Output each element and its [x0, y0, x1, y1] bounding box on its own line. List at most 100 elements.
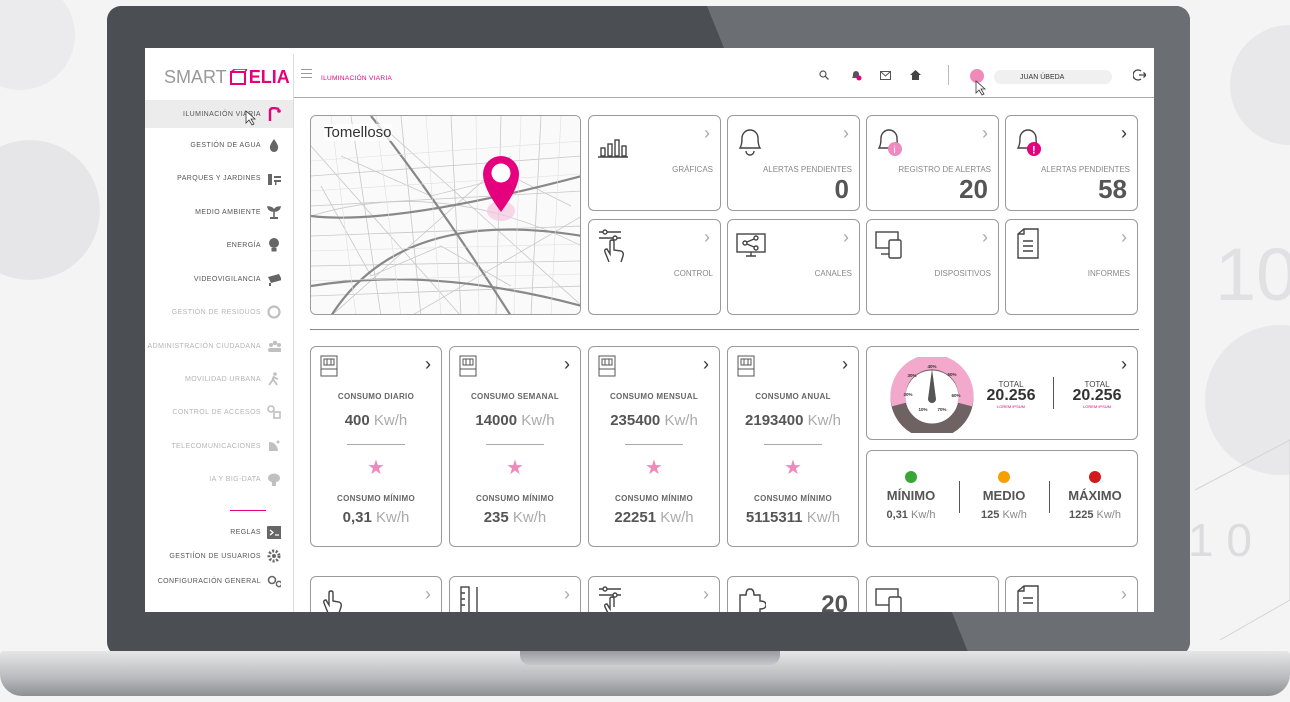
bottom-tile-5[interactable] — [866, 576, 999, 612]
consumption-card-diario[interactable]: › CONSUMO DIARIO 400 Kw/h ★ CONSUMO MÍNI… — [310, 346, 442, 547]
city-map[interactable]: Tomelloso — [310, 115, 581, 315]
user-name: JUAN ÚBEDA — [1020, 74, 1065, 81]
tile-label: DISPOSITIVOS — [934, 269, 991, 278]
sidebar-item-medio-ambiente[interactable]: MEDIO AMBIENTE — [195, 201, 281, 223]
sidebar-item-label: ADMINISTRACIÓN CIUDADANA — [147, 342, 261, 350]
tile-dispositivos[interactable]: › DISPOSITIVOS — [866, 219, 999, 315]
sidebar-item-label: ENERGÍA — [226, 241, 261, 249]
gauge-card[interactable]: › 40% 50% 30% 20% 60% 10% 70% TOTAL 20.2… — [866, 346, 1138, 440]
consumption-card-mensual[interactable]: › CONSUMO MENSUAL 235400 Kw/h ★ CONSUMO … — [588, 346, 720, 547]
sidebar-item-videovigilancia[interactable]: VIDEOVIGILANCIA — [194, 268, 281, 290]
gauge-tick-label: 60% — [951, 393, 960, 398]
tile-value: 20 — [821, 591, 848, 612]
sidebar-item-residuos[interactable]: GESTIÓN DE RESIDUOS — [172, 301, 281, 323]
bulb-icon — [267, 238, 281, 252]
bottom-tile-3[interactable]: › — [588, 576, 720, 612]
svg-text:10: 10 — [1215, 233, 1290, 316]
bottom-tile-1[interactable]: › — [310, 576, 442, 612]
sidebar-item-administracion[interactable]: ADMINISTRACIÓN CIUDADANA — [148, 335, 281, 357]
tile-alertas-pendientes[interactable]: › ALERTAS PENDIENTES 0 — [727, 115, 860, 211]
consumption-card-semanal[interactable]: › CONSUMO SEMANAL 14000 Kw/h ★ CONSUMO M… — [449, 346, 581, 547]
chevron-right-icon: › — [704, 123, 710, 143]
tile-registro-alertas[interactable]: › i REGISTRO DE ALERTAS 20 — [866, 115, 999, 211]
gauge-tick-label: 70% — [937, 407, 946, 412]
ruler-icon — [460, 586, 478, 612]
levels-card[interactable]: MÍNIMO 0,31 Kw/h MEDIO 125 Kw/h MÁXIMO 1… — [866, 450, 1138, 547]
sidebar-item-ia[interactable]: IA Y BIG-DATA — [209, 468, 281, 490]
tile-label: ALERTAS PENDIENTES — [1040, 165, 1130, 174]
terminal-icon — [267, 525, 281, 539]
sidebar-item-label: MEDIO AMBIENTE — [195, 208, 261, 216]
bell-icon[interactable] — [849, 68, 863, 82]
bottom-tile-6[interactable]: › — [1005, 576, 1138, 612]
sidebar-item-label: GESTIÓN DE RESIDUOS — [171, 308, 261, 316]
svg-text:!: ! — [1032, 145, 1036, 157]
consumption-title: CONSUMO DIARIO — [337, 392, 415, 401]
consumption-title: CONSUMO MENSUAL — [609, 392, 699, 401]
chevron-right-icon: › — [564, 354, 570, 374]
consumption-value: 14000 Kw/h — [475, 412, 555, 429]
tile-graficas[interactable]: › GRÁFICAS — [588, 115, 721, 211]
tile-informes[interactable]: › INFORMES — [1005, 219, 1138, 315]
sidebar-item-label: TELECOMUNICACIONES — [171, 442, 261, 450]
sidebar-item-agua[interactable]: GESTIÓN DE AGUA — [190, 134, 281, 156]
tile-label: REGISTRO DE ALERTAS — [898, 165, 991, 174]
bell-info-icon: i — [877, 129, 902, 156]
level-value: 0,31 Kw/h — [886, 509, 936, 521]
meter-icon — [598, 355, 616, 377]
sidebar-item-configuracion[interactable]: CONFIGURACIÓN GENERAL — [158, 570, 281, 592]
tile-value: 20 — [959, 174, 988, 204]
total-value: 20.256 — [986, 387, 1036, 404]
sidebar-item-parques[interactable]: PARQUES Y JARDINES — [177, 167, 281, 189]
cursor-pointer-icon — [975, 80, 987, 96]
sidebar-item-energia[interactable]: ENERGÍA — [227, 234, 281, 256]
tile-control[interactable]: › CONTROL — [588, 219, 721, 315]
logo-text-elia: ELIA — [248, 66, 290, 87]
sidebar-item-telecomunicaciones[interactable]: TELECOMUNICACIONES — [171, 435, 281, 457]
home-icon[interactable] — [908, 68, 922, 82]
sidebar-item-label: CONTROL DE ACCESOS — [172, 408, 261, 416]
bar-chart-icon — [598, 139, 628, 158]
bottom-tile-4[interactable]: 20 — [727, 576, 859, 612]
bell-outline-icon — [738, 129, 762, 156]
svg-text:i: i — [894, 145, 896, 156]
sidebar-item-reglas[interactable]: REGLAS — [230, 521, 281, 543]
mail-icon[interactable] — [878, 68, 892, 82]
sidebar: SMART ELIA ILUMINACIÓN VIARIA GESTIÓN DE… — [145, 48, 293, 612]
meter-icon — [459, 355, 477, 377]
tile-alertas-pendientes-2[interactable]: › ! ALERTAS PENDIENTES 58 — [1005, 115, 1138, 211]
sidebar-item-iluminacion[interactable]: ILUMINACIÓN VIARIA — [183, 103, 281, 125]
chevron-right-icon: › — [703, 354, 709, 374]
consumption-min-value: 0,31 Kw/h — [342, 509, 410, 526]
consumption-card-anual[interactable]: › CONSUMO ANUAL 2193400 Kw/h ★ CONSUMO M… — [727, 346, 859, 547]
sidebar-item-control-accesos[interactable]: CONTROL DE ACCESOS — [172, 401, 281, 423]
search-icon[interactable] — [817, 68, 831, 82]
total-divider — [1053, 377, 1054, 409]
document-icon — [1017, 585, 1039, 612]
logout-icon[interactable] — [1132, 68, 1146, 82]
consumption-separator — [486, 444, 544, 445]
sidebar-item-movilidad[interactable]: MOVILIDAD URBANA — [185, 368, 281, 390]
gauge-tick-label: 50% — [947, 372, 956, 377]
svg-text:1 0: 1 0 — [1188, 514, 1252, 566]
chevron-right-icon: › — [1121, 584, 1127, 604]
bottom-tile-2[interactable]: › — [449, 576, 581, 612]
consumption-separator — [347, 444, 405, 445]
app-logo[interactable]: SMART ELIA — [164, 62, 290, 92]
chevron-right-icon: › — [982, 123, 988, 143]
sidebar-separator — [293, 54, 294, 612]
hamburger-menu-icon[interactable] — [301, 69, 312, 78]
chevron-right-icon: › — [425, 584, 431, 604]
share-monitor-icon — [736, 233, 766, 257]
tile-label: GRÁFICAS — [672, 165, 713, 174]
star-icon: ★ — [784, 457, 802, 479]
level-label: MÍNIMO — [886, 488, 936, 503]
consumption-separator — [764, 444, 822, 445]
sidebar-item-usuarios[interactable]: GESTIÍON DE USUARIOS — [169, 545, 281, 567]
chevron-right-icon: › — [564, 584, 570, 604]
total-value: 20.256 — [1072, 387, 1122, 404]
gauge-tick-label: 40% — [927, 364, 936, 369]
tile-label: ALERTAS PENDIENTES — [762, 165, 852, 174]
tile-canales[interactable]: › CANALES — [727, 219, 860, 315]
total-sub: LOREM IPSUM — [1082, 404, 1111, 409]
